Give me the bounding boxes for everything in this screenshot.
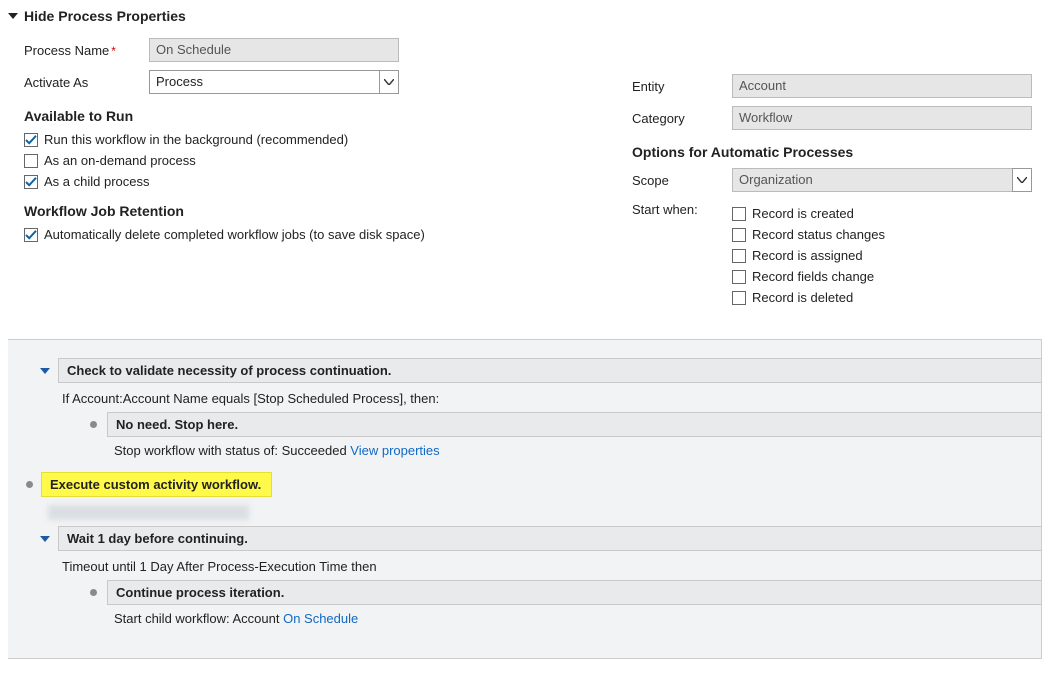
category-label: Category bbox=[632, 111, 732, 126]
start-when-fields-label: Record fields change bbox=[752, 269, 874, 284]
execute-custom-activity-detail: redactedtext redactedtext redacted bbox=[48, 505, 1042, 520]
activate-as-select[interactable]: Process bbox=[149, 70, 399, 94]
process-name-field[interactable]: On Schedule bbox=[149, 38, 399, 62]
collapse-triangle-icon bbox=[8, 13, 18, 19]
bullet-icon bbox=[90, 589, 97, 596]
chevron-down-icon[interactable] bbox=[1012, 168, 1032, 192]
start-when-deleted-checkbox[interactable] bbox=[732, 291, 746, 305]
activate-as-label: Activate As bbox=[24, 75, 149, 90]
stop-workflow-detail: Stop workflow with status of: Succeeded … bbox=[114, 443, 1042, 458]
start-when-label: Start when: bbox=[632, 200, 732, 217]
execute-custom-activity-step-title[interactable]: Execute custom activity workflow. bbox=[41, 472, 272, 497]
start-when-assigned-label: Record is assigned bbox=[752, 248, 863, 263]
chevron-down-icon[interactable] bbox=[379, 70, 399, 94]
hide-process-properties-label: Hide Process Properties bbox=[24, 8, 186, 24]
expand-triangle-icon[interactable] bbox=[40, 536, 50, 542]
start-when-assigned-checkbox[interactable] bbox=[732, 249, 746, 263]
hide-process-properties-toggle[interactable]: Hide Process Properties bbox=[8, 8, 1042, 24]
bullet-icon bbox=[26, 481, 33, 488]
run-background-checkbox[interactable] bbox=[24, 133, 38, 147]
start-when-status-checkbox[interactable] bbox=[732, 228, 746, 242]
required-asterisk-icon: * bbox=[111, 44, 116, 58]
automatic-options-heading: Options for Automatic Processes bbox=[632, 144, 1042, 160]
bullet-icon bbox=[90, 421, 97, 428]
job-retention-heading: Workflow Job Retention bbox=[24, 203, 602, 219]
step-check-validate-title[interactable]: Check to validate necessity of process c… bbox=[58, 358, 1042, 383]
scope-value: Organization bbox=[732, 168, 1032, 192]
child-workflow-link[interactable]: On Schedule bbox=[283, 611, 358, 626]
expand-triangle-icon[interactable] bbox=[40, 368, 50, 374]
step-check-validate-condition: If Account:Account Name equals [Stop Sch… bbox=[62, 391, 1042, 406]
on-demand-label: As an on-demand process bbox=[44, 153, 196, 168]
child-process-label: As a child process bbox=[44, 174, 150, 189]
available-to-run-heading: Available to Run bbox=[24, 108, 602, 124]
scope-label: Scope bbox=[632, 173, 732, 188]
start-when-created-label: Record is created bbox=[752, 206, 854, 221]
continue-iteration-step-title[interactable]: Continue process iteration. bbox=[107, 580, 1042, 605]
entity-field: Account bbox=[732, 74, 1032, 98]
workflow-steps-panel: Check to validate necessity of process c… bbox=[8, 339, 1042, 659]
process-name-label: Process Name* bbox=[24, 43, 149, 58]
start-when-fields-checkbox[interactable] bbox=[732, 270, 746, 284]
start-child-workflow-detail: Start child workflow: Account On Schedul… bbox=[114, 611, 1042, 626]
view-properties-link[interactable]: View properties bbox=[350, 443, 439, 458]
start-when-deleted-label: Record is deleted bbox=[752, 290, 853, 305]
wait-step-title[interactable]: Wait 1 day before continuing. bbox=[58, 526, 1042, 551]
wait-step-condition: Timeout until 1 Day After Process-Execut… bbox=[62, 559, 1042, 574]
start-when-created-checkbox[interactable] bbox=[732, 207, 746, 221]
scope-select[interactable]: Organization bbox=[732, 168, 1032, 192]
run-background-label: Run this workflow in the background (rec… bbox=[44, 132, 348, 147]
entity-label: Entity bbox=[632, 79, 732, 94]
on-demand-checkbox[interactable] bbox=[24, 154, 38, 168]
auto-delete-checkbox[interactable] bbox=[24, 228, 38, 242]
process-properties-panel: Process Name* On Schedule Activate As Pr… bbox=[8, 38, 1042, 339]
child-process-checkbox[interactable] bbox=[24, 175, 38, 189]
start-when-status-label: Record status changes bbox=[752, 227, 885, 242]
auto-delete-label: Automatically delete completed workflow … bbox=[44, 227, 425, 242]
stop-here-step-title[interactable]: No need. Stop here. bbox=[107, 412, 1042, 437]
activate-as-value: Process bbox=[149, 70, 399, 94]
category-field: Workflow bbox=[732, 106, 1032, 130]
